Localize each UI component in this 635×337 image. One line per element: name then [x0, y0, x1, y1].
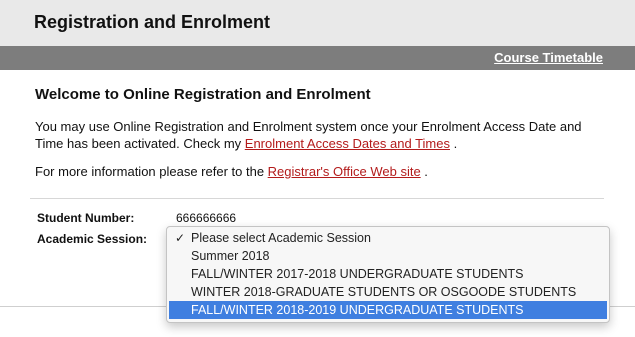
academic-session-label: Academic Session:	[37, 232, 148, 246]
divider	[30, 198, 604, 199]
welcome-heading: Welcome to Online Registration and Enrol…	[35, 86, 371, 103]
registrar-office-link[interactable]: Registrar's Office Web site	[268, 164, 421, 179]
checkmark-icon: ✓	[175, 231, 186, 245]
info-text: For more information please refer to the	[35, 164, 268, 179]
student-number-value: 666666666	[176, 211, 237, 225]
nav-bar: Course Timetable	[0, 46, 635, 70]
session-option[interactable]: ✓ Please select Academic Session	[169, 229, 607, 247]
student-number-label: Student Number:	[37, 211, 135, 225]
intro-suffix: .	[449, 136, 458, 151]
info-paragraph: For more information please refer to the…	[35, 163, 595, 180]
page-title: Registration and Enrolment	[34, 12, 271, 32]
intro-paragraph: You may use Online Registration and Enro…	[35, 118, 595, 152]
session-option[interactable]: Summer 2018	[169, 247, 607, 265]
info-suffix: .	[420, 164, 428, 179]
title-bar: Registration and Enrolment	[0, 0, 635, 47]
session-option[interactable]: FALL/WINTER 2017-2018 UNDERGRADUATE STUD…	[169, 265, 607, 283]
session-option[interactable]: WINTER 2018-GRADUATE STUDENTS OR OSGOODE…	[169, 283, 607, 301]
main-content: Welcome to Online Registration and Enrol…	[0, 70, 635, 337]
academic-session-dropdown[interactable]: ✓ Please select Academic Session Summer …	[166, 226, 610, 323]
enrolment-access-dates-link[interactable]: Enrolment Access Dates and Times	[245, 136, 450, 151]
session-option-highlighted[interactable]: FALL/WINTER 2018-2019 UNDERGRADUATE STUD…	[169, 301, 607, 319]
course-timetable-link[interactable]: Course Timetable	[494, 50, 603, 65]
